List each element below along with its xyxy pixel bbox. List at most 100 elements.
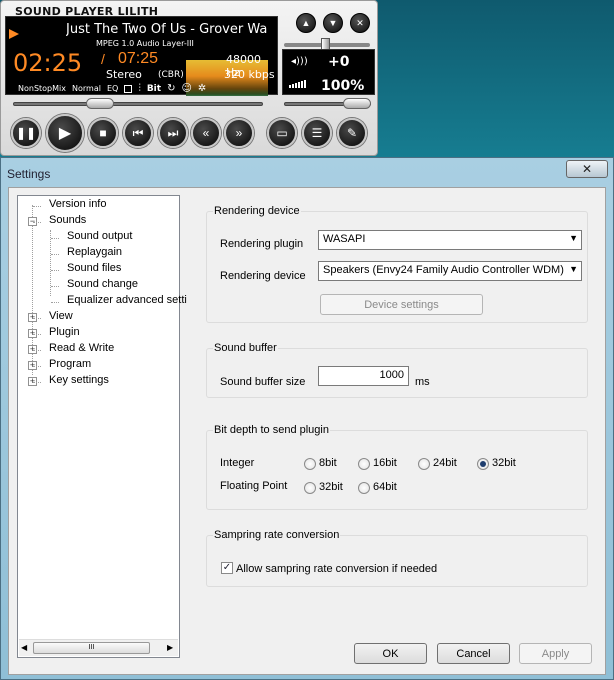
float-radio-32bit[interactable] xyxy=(304,482,316,494)
nonstopmix-toggle[interactable]: NonStopMix xyxy=(18,84,66,93)
integer-radio-label[interactable]: 16bit xyxy=(373,457,397,469)
stop-icon[interactable]: ■ xyxy=(88,118,118,148)
up-icon[interactable]: ▲ xyxy=(296,13,316,33)
apply-button[interactable]: Apply xyxy=(519,643,592,664)
ok-button[interactable]: OK xyxy=(354,643,427,664)
integer-radio-32bit[interactable] xyxy=(477,458,489,470)
playlist-icon[interactable]: ☰ xyxy=(302,118,332,148)
tree-item[interactable]: Read & Write xyxy=(49,342,114,354)
tree-item[interactable]: Sound change xyxy=(67,278,138,290)
eq-toggle[interactable]: EQ xyxy=(107,84,118,93)
pitch-value: +0 xyxy=(328,54,350,70)
gear-icon[interactable]: ✲ xyxy=(198,83,206,94)
sampling-rate-checkbox[interactable]: ✓ xyxy=(221,562,233,574)
player-window: SOUND PLAYER LILITH ▲ ▼ ✕ Just The Two O… xyxy=(0,0,378,156)
bit-depth-group-label: Bit depth to send plugin xyxy=(213,424,330,436)
device-settings-button[interactable]: Device settings xyxy=(320,294,483,315)
tree-item[interactable]: View xyxy=(49,310,73,322)
tree-line xyxy=(33,382,41,383)
sound-buffer-group-label: Sound buffer xyxy=(213,342,278,354)
rendering-plugin-select[interactable]: WASAPI ▼ xyxy=(318,230,582,250)
time-separator: / xyxy=(101,51,105,67)
repeat-icon[interactable]: ↻ xyxy=(167,83,175,94)
close-icon: ✕ xyxy=(581,162,593,176)
integer-radio-24bit[interactable] xyxy=(418,458,430,470)
tree-line xyxy=(33,318,41,319)
eq-checkbox-icon[interactable] xyxy=(124,84,133,93)
chevron-down-icon: ▼ xyxy=(569,233,578,243)
main-display: Just The Two Of Us - Grover Wa MPEG 1.0 … xyxy=(5,16,278,96)
cancel-button[interactable]: Cancel xyxy=(437,643,510,664)
tree-line xyxy=(51,254,59,255)
rendering-device-label: Rendering device xyxy=(220,270,306,282)
sampling-rate-checkbox-label[interactable]: Allow sampring rate conversion if needed xyxy=(236,563,437,575)
equalizer-icon[interactable]: ⫶ xyxy=(138,83,141,94)
integer-radio-label[interactable]: 32bit xyxy=(492,457,516,469)
tree-item[interactable]: Sound files xyxy=(67,262,121,274)
rewind-icon[interactable]: « xyxy=(191,118,221,148)
mode-bar: NonStopMix Normal EQ ⫶ Bit ↻ ☺ ✲ xyxy=(18,83,206,94)
tree-line xyxy=(33,206,41,207)
tree-line xyxy=(33,366,41,367)
tree-line xyxy=(51,238,59,239)
sound-buffer-size-label: Sound buffer size xyxy=(220,376,306,388)
down-icon[interactable]: ▼ xyxy=(323,13,343,33)
tree-line xyxy=(33,222,41,223)
tree-line xyxy=(33,334,41,335)
rendering-plugin-value: WASAPI xyxy=(323,233,366,245)
volume-bars-icon xyxy=(289,80,306,88)
sound-buffer-size-input[interactable]: 1000 xyxy=(318,366,409,386)
bit-depth-group xyxy=(206,430,588,510)
seek-bar[interactable] xyxy=(13,102,263,106)
scroll-right-icon[interactable]: ▶ xyxy=(167,643,173,652)
sampling-rate-group xyxy=(206,535,588,587)
rendering-device-group-label: Rendering device xyxy=(213,205,301,217)
volume-thumb[interactable] xyxy=(343,98,371,109)
tree-item[interactable]: Key settings xyxy=(49,374,109,386)
settings-client-area: Version info − Sounds Sound output Replaygai… xyxy=(8,187,606,675)
close-icon[interactable]: ✕ xyxy=(350,13,370,33)
tree-line xyxy=(51,270,59,271)
next-track-icon[interactable]: ⏭ xyxy=(158,118,188,148)
total-time: 07:25 xyxy=(118,50,159,67)
integer-label: Integer xyxy=(220,457,255,469)
play-icon[interactable]: ▶ xyxy=(46,114,84,152)
float-radio-label[interactable]: 32bit xyxy=(319,481,343,493)
float-radio-label[interactable]: 64bit xyxy=(373,481,397,493)
normal-toggle[interactable]: Normal xyxy=(72,84,101,93)
rendering-device-select[interactable]: Speakers (Envy24 Family Audio Controller… xyxy=(318,261,582,281)
bit-toggle[interactable]: Bit xyxy=(147,84,161,94)
tree-item[interactable]: Version info xyxy=(49,198,106,210)
bitrate-mode: (CBR) xyxy=(158,70,184,80)
close-button[interactable]: ✕ xyxy=(566,160,608,178)
float-radio-64bit[interactable] xyxy=(358,482,370,494)
fast-forward-icon[interactable]: » xyxy=(224,118,254,148)
prev-track-icon[interactable]: ⏮ xyxy=(123,118,153,148)
scroll-left-icon[interactable]: ◀ xyxy=(21,643,27,652)
integer-radio-label[interactable]: 24bit xyxy=(433,457,457,469)
open-folder-icon[interactable]: ▭ xyxy=(267,118,297,148)
tree-item[interactable]: Plugin xyxy=(49,326,80,338)
integer-radio-16bit[interactable] xyxy=(358,458,370,470)
rendering-device-value: Speakers (Envy24 Family Audio Controller… xyxy=(323,264,564,276)
tree-item[interactable]: Equalizer advanced setti xyxy=(67,294,187,306)
tree-horizontal-scrollbar[interactable]: ◀ III ▶ xyxy=(19,639,178,656)
face-icon[interactable]: ☺ xyxy=(181,83,191,94)
tree-item[interactable]: Sound output xyxy=(67,230,132,242)
pause-icon[interactable]: ❚❚ xyxy=(11,118,41,148)
integer-radio-8bit[interactable] xyxy=(304,458,316,470)
settings-icon[interactable]: ✎ xyxy=(337,118,367,148)
tree-item[interactable]: Replaygain xyxy=(67,246,122,258)
seek-thumb[interactable] xyxy=(86,98,114,109)
tree-item[interactable]: Sounds xyxy=(49,214,86,226)
audio-format: MPEG 1.0 Audio Layer-III xyxy=(96,39,194,48)
scroll-thumb[interactable]: III xyxy=(33,642,150,654)
integer-radio-label[interactable]: 8bit xyxy=(319,457,337,469)
channel-mode: Stereo xyxy=(106,68,142,81)
elapsed-time: 02:25 xyxy=(13,49,83,77)
settings-tree[interactable]: Version info − Sounds Sound output Replaygai… xyxy=(17,195,187,658)
volume-display: ◂))) +0 100% xyxy=(282,49,375,95)
tree-line xyxy=(51,286,59,287)
volume-value: 100% xyxy=(321,78,365,94)
tree-item[interactable]: Program xyxy=(49,358,91,370)
